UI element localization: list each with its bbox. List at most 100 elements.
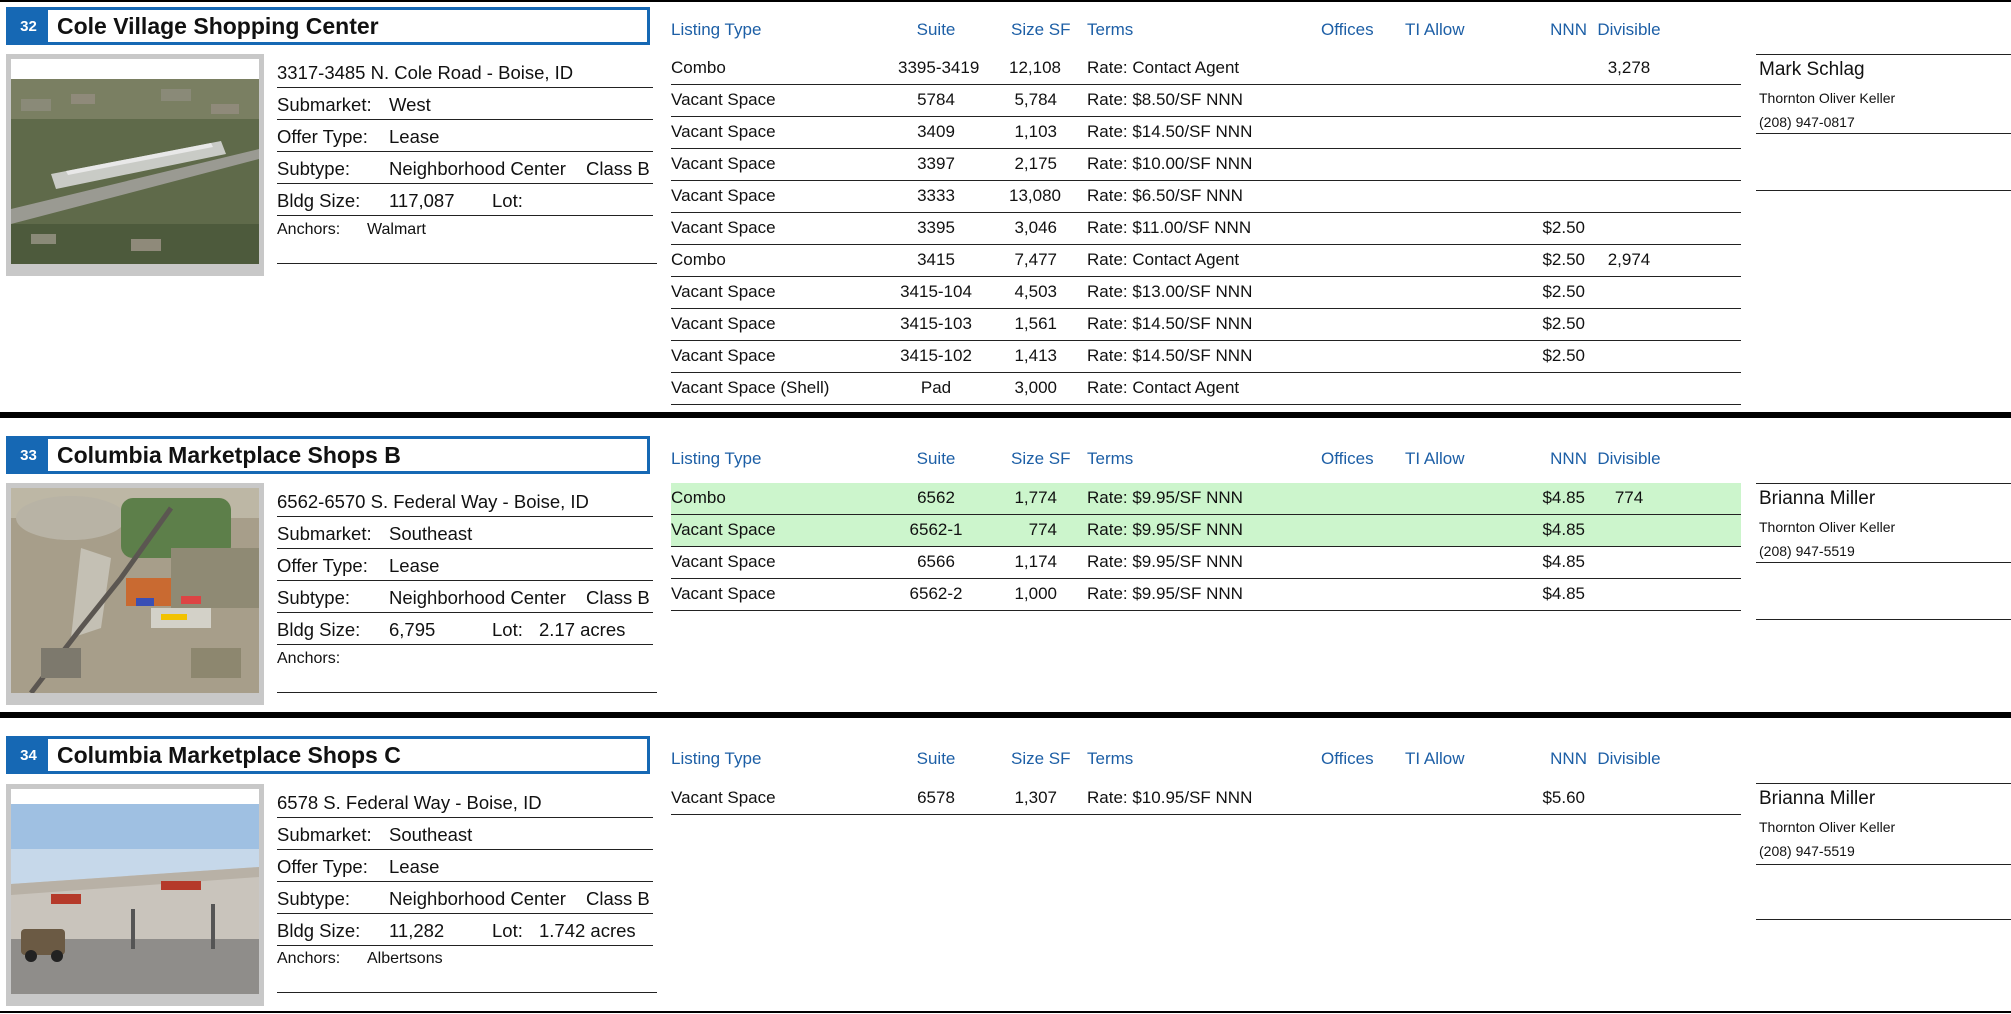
suite-cell: 6578: [917, 788, 955, 807]
listing-row[interactable]: Vacant Space 3415-103 1,561 Rate: $14.50/SF…: [671, 309, 1741, 341]
col-suite[interactable]: Suite: [898, 749, 974, 769]
listing-row[interactable]: Vacant Space 3333 13,080 Rate: $6.50/SF NNN: [671, 181, 1741, 213]
address: 6562-6570 S. Federal Way - Boise, ID: [277, 491, 589, 512]
bldg-size-label: Bldg Size:: [277, 190, 361, 211]
offer-type-label: Offer Type:: [277, 126, 368, 147]
terms-cell: Rate: Contact Agent: [1087, 378, 1240, 397]
col-size-sf[interactable]: Size SF: [1011, 449, 1071, 469]
bldg-size-value: 11,282: [389, 920, 445, 941]
submarket-value: Southeast: [389, 824, 473, 845]
anchors-divider: [277, 263, 657, 264]
anchors-row: Anchors: Walmart: [277, 221, 657, 239]
submarket-row: Submarket: Southeast: [277, 818, 653, 850]
col-ti-allow[interactable]: TI Allow: [1405, 749, 1465, 769]
contact-name[interactable]: Brianna Miller: [1759, 488, 1875, 510]
col-nnn[interactable]: NNN: [1515, 20, 1587, 40]
contact-divider: [1756, 562, 2011, 563]
col-terms[interactable]: Terms: [1087, 449, 1133, 469]
listing-row[interactable]: Combo 3415 7,477 Rate: Contact Agent $2.50 2,…: [671, 245, 1741, 277]
col-terms[interactable]: Terms: [1087, 20, 1133, 40]
listing-row[interactable]: Vacant Space 3415-102 1,413 Rate: $14.50/SF…: [671, 341, 1741, 373]
property-title-bar[interactable]: 32 Cole Village Shopping Center: [6, 7, 650, 45]
property-photo[interactable]: [6, 784, 264, 1006]
anchors-row: Anchors: Albertsons: [277, 950, 657, 968]
listing-type-cell: Vacant Space: [671, 218, 776, 237]
listing-row[interactable]: Vacant Space 6566 1,174 Rate: $9.95/SF NNN $…: [671, 547, 1741, 579]
contact-name[interactable]: Brianna Miller: [1759, 788, 1875, 810]
contact-divider-bottom: [1756, 619, 2011, 620]
col-size-sf[interactable]: Size SF: [1011, 749, 1071, 769]
size-sf-cell: 1,561: [1014, 314, 1057, 333]
bldg-size-value: 117,087: [389, 190, 455, 211]
suite-cell: 6562-1: [909, 520, 963, 539]
site-map-image: [11, 488, 259, 693]
section-divider: [0, 712, 2011, 718]
contact-phone[interactable]: (208) 947-0817: [1759, 114, 1855, 130]
col-size-sf[interactable]: Size SF: [1011, 20, 1071, 40]
contact-phone[interactable]: (208) 947-5519: [1759, 843, 1855, 859]
contact-name[interactable]: Mark Schlag: [1759, 59, 1865, 81]
listing-table-header: Listing Type Suite Size SF Terms Offices…: [671, 20, 1741, 50]
listing-type-cell: Combo: [671, 250, 726, 269]
col-offices[interactable]: Offices: [1321, 20, 1374, 40]
subtype-label: Subtype:: [277, 888, 351, 909]
suite-cell: 3415-102: [900, 346, 972, 365]
subtype-value: Neighborhood Center: [389, 158, 566, 179]
listing-type-cell: Vacant Space: [671, 314, 776, 333]
offer-type-label: Offer Type:: [277, 856, 368, 877]
contact-firm: Thornton Oliver Keller: [1759, 519, 1896, 535]
contact-divider-bottom: [1756, 190, 2011, 191]
property-number: 33: [9, 439, 48, 471]
col-divisible[interactable]: Divisible: [1584, 20, 1674, 40]
listing-row[interactable]: Vacant Space (Shell) Pad 3,000 Rate: Contac…: [671, 373, 1741, 405]
listing-row[interactable]: Vacant Space 6578 1,307 Rate: $10.95/SF NNN…: [671, 783, 1741, 815]
col-offices[interactable]: Offices: [1321, 749, 1374, 769]
listing-row[interactable]: Vacant Space 3415-104 4,503 Rate: $13.00/SF…: [671, 277, 1741, 309]
listing-row[interactable]: Vacant Space 6562-2 1,000 Rate: $9.95/SF NN…: [671, 579, 1741, 611]
col-ti-allow[interactable]: TI Allow: [1405, 20, 1465, 40]
terms-cell: Rate: $13.00/SF NNN: [1087, 282, 1253, 301]
anchors-divider: [277, 992, 657, 993]
suite-cell: 3409: [917, 122, 955, 141]
col-nnn[interactable]: NNN: [1515, 449, 1587, 469]
listing-row[interactable]: Combo 3395-3419 12,108 Rate: Contact Agent 3…: [671, 53, 1741, 85]
col-terms[interactable]: Terms: [1087, 749, 1133, 769]
col-listing-type[interactable]: Listing Type: [671, 749, 761, 769]
anchors-value: Albertsons: [367, 950, 443, 967]
nnn-cell: $5.60: [1542, 788, 1585, 807]
listing-row[interactable]: Vacant Space 3397 2,175 Rate: $10.00/SF NNN: [671, 149, 1741, 181]
col-listing-type[interactable]: Listing Type: [671, 449, 761, 469]
subtype-label: Subtype:: [277, 158, 351, 179]
col-offices[interactable]: Offices: [1321, 449, 1374, 469]
submarket-value: West: [389, 94, 431, 115]
divisible-cell: 774: [1614, 488, 1644, 507]
property-title-bar[interactable]: 34 Columbia Marketplace Shops C: [6, 736, 650, 774]
listing-row[interactable]: Vacant Space 6562-1 774 Rate: $9.95/SF NNN $…: [671, 515, 1741, 547]
size-sf-cell: 7,477: [1014, 250, 1057, 269]
contact-firm: Thornton Oliver Keller: [1759, 819, 1896, 835]
listing-row[interactable]: Vacant Space 5784 5,784 Rate: $8.50/SF NNN: [671, 85, 1741, 117]
property-name: Cole Village Shopping Center: [57, 12, 379, 39]
property-title-bar[interactable]: 33 Columbia Marketplace Shops B: [6, 436, 650, 474]
anchors-label: Anchors:: [277, 221, 341, 238]
col-listing-type[interactable]: Listing Type: [671, 20, 761, 40]
property-photo[interactable]: [6, 483, 264, 705]
lot-value: 2.17 acres: [539, 619, 626, 640]
col-divisible[interactable]: Divisible: [1584, 449, 1674, 469]
suite-cell: 3415-104: [900, 282, 972, 301]
col-suite[interactable]: Suite: [898, 449, 974, 469]
nnn-cell: $2.50: [1542, 218, 1585, 237]
listing-row[interactable]: Vacant Space 3409 1,103 Rate: $14.50/SF NNN: [671, 117, 1741, 149]
contact-phone[interactable]: (208) 947-5519: [1759, 543, 1855, 559]
listing-type-cell: Vacant Space (Shell): [671, 378, 830, 397]
col-ti-allow[interactable]: TI Allow: [1405, 449, 1465, 469]
property-photo[interactable]: [6, 54, 264, 276]
suite-cell: 6562-2: [909, 584, 963, 603]
suite-cell: 3397: [917, 154, 955, 173]
listing-row[interactable]: Combo 6562 1,774 Rate: $9.95/SF NNN $4.85 774: [671, 483, 1741, 515]
col-suite[interactable]: Suite: [898, 20, 974, 40]
listing-row[interactable]: Vacant Space 3395 3,046 Rate: $11.00/SF NNN…: [671, 213, 1741, 245]
offer-type-row: Offer Type: Lease: [277, 120, 653, 152]
col-nnn[interactable]: NNN: [1515, 749, 1587, 769]
col-divisible[interactable]: Divisible: [1584, 749, 1674, 769]
